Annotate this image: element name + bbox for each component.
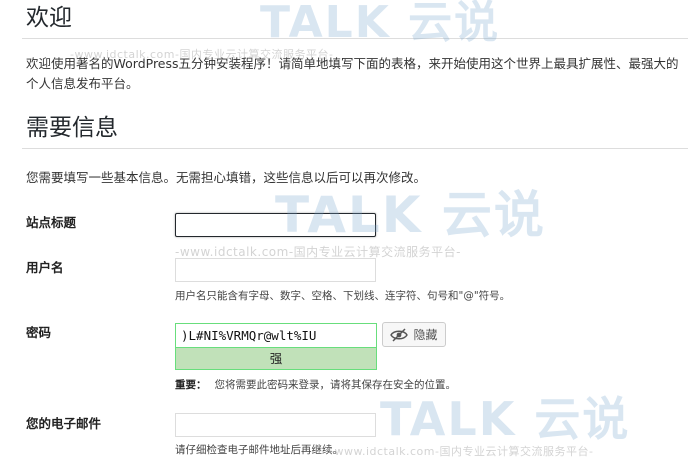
username-hint: 用户名只能含有字母、数字、空格、下划线、连字符、句号和"@"符号。 bbox=[175, 290, 511, 302]
important-label: 重要： bbox=[175, 379, 207, 391]
password-input[interactable] bbox=[175, 323, 377, 348]
username-input[interactable] bbox=[175, 258, 376, 282]
eye-slash-icon bbox=[390, 327, 409, 342]
welcome-heading: 欢迎 bbox=[26, 5, 72, 31]
email-input[interactable] bbox=[175, 413, 376, 437]
password-strength-meter: 强 bbox=[175, 348, 377, 370]
email-hint: 请仔细检查电子邮件地址后再继续。 bbox=[175, 444, 343, 456]
info-heading-divider bbox=[22, 148, 688, 149]
heading-divider bbox=[22, 38, 688, 39]
hide-password-button[interactable]: 隐藏 bbox=[382, 322, 446, 347]
important-text: 您将需要此密码来登录，请将其保存在安全的位置。 bbox=[214, 379, 457, 391]
info-needed-heading: 需要信息 bbox=[26, 115, 118, 141]
install-page: 欢迎 欢迎使用著名的WordPress五分钟安装程序！请简单地填写下面的表格，来… bbox=[0, 0, 700, 470]
intro-text: 欢迎使用著名的WordPress五分钟安装程序！请简单地填写下面的表格，来开始使… bbox=[26, 56, 679, 91]
email-label: 您的电子邮件 bbox=[26, 416, 102, 431]
hide-password-label: 隐藏 bbox=[413, 328, 438, 342]
watermark-logo: TALK 云说 bbox=[380, 392, 631, 446]
info-note: 您需要填写一些基本信息。无需担心填错，这些信息以后可以再次修改。 bbox=[26, 170, 427, 185]
password-important-note: 重要： 您将需要此密码来登录，请将其保存在安全的位置。 bbox=[175, 378, 456, 392]
username-label: 用户名 bbox=[26, 260, 64, 275]
password-label: 密码 bbox=[26, 325, 52, 340]
watermark-top: TALK 云说 -www.idctalk.com-国内专业云计算交流服务平台- bbox=[70, 0, 500, 62]
watermark-url: -www.idctalk.com-国内专业云计算交流服务平台- bbox=[330, 445, 594, 458]
site-title-label: 站点标题 bbox=[26, 215, 77, 230]
site-title-input[interactable] bbox=[175, 213, 376, 237]
watermark-logo: TALK 云说 bbox=[260, 0, 501, 48]
